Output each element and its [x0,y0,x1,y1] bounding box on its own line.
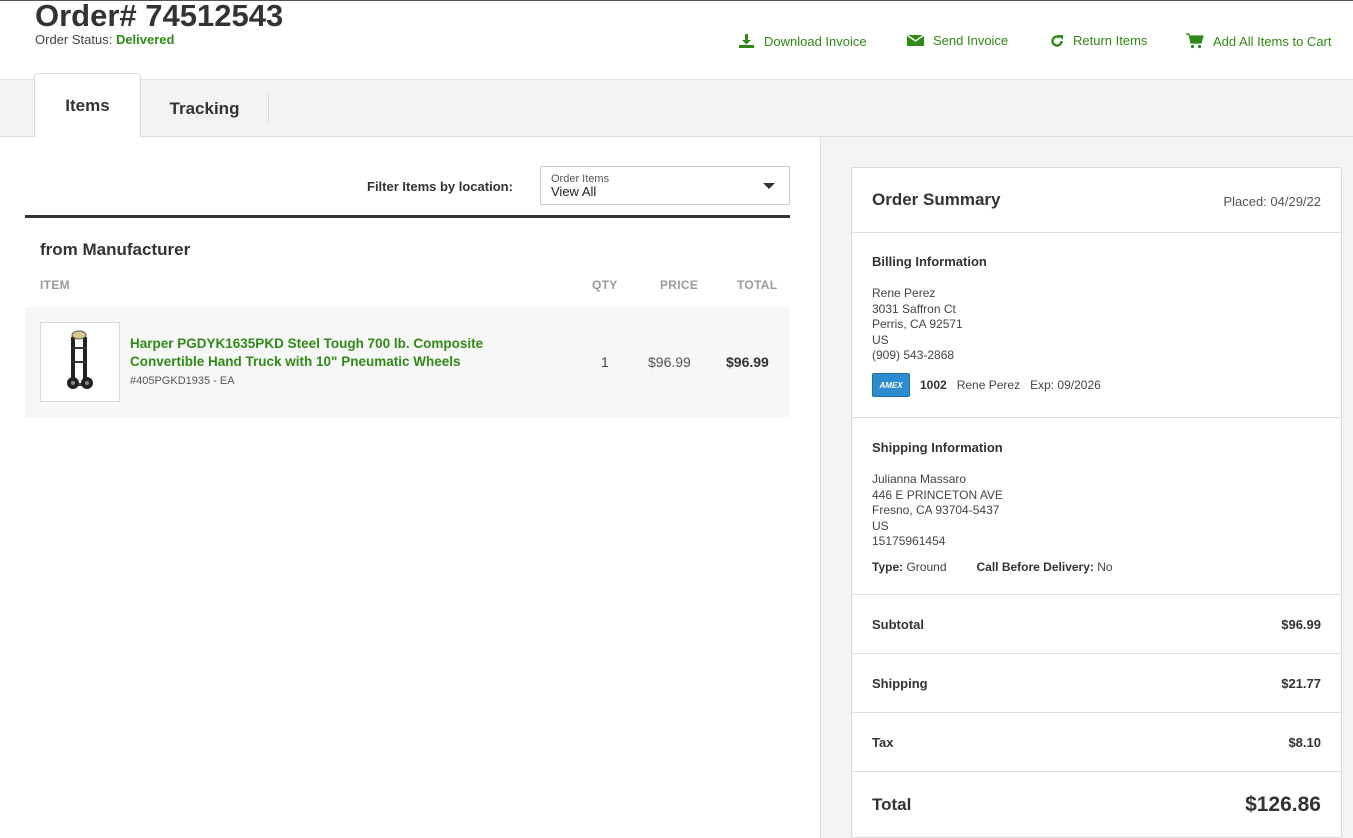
return-items-button[interactable]: Return Items [1050,33,1147,48]
column-header-item: ITEM [40,278,70,292]
shipping-meta: Type: Ground Call Before Delivery: No [872,560,1113,574]
product-price: $96.99 [648,354,691,370]
send-invoice-label: Send Invoice [933,33,1009,48]
location-filter-select[interactable]: Order Items View All [540,166,790,205]
shipping-title: Shipping Information [872,440,1003,455]
shipping-street: 446 E PRINCETON AVE [872,487,1003,502]
column-header-qty: QTY [592,278,618,292]
hand-truck-icon [67,330,93,389]
shipping-city: Fresno, CA 93704-5437 [872,503,1000,517]
product-image[interactable] [40,322,120,402]
payment-card: AMEX 1002 Rene Perez Exp: 09/2026 [872,373,1101,397]
tab-items[interactable]: Items [34,73,141,138]
divider [852,232,1341,233]
tab-bar: Items Tracking [0,73,1353,138]
table-row: Harper PGDYK1635PKD Steel Tough 700 lb. … [25,307,790,417]
product-name-link[interactable]: Harper PGDYK1635PKD Steel Tough 700 lb. … [130,335,530,371]
filter-select-value: View All [551,184,597,199]
subtotal-label: Subtotal [872,617,924,632]
call-before-label: Call Before Delivery: [976,560,1094,574]
billing-title: Billing Information [872,254,987,269]
column-header-total: TOTAL [737,278,778,292]
card-expiry: Exp: 09/2026 [1030,378,1101,392]
total-label: Total [872,795,912,814]
billing-name: Rene Perez [872,286,936,300]
tax-value: $8.10 [1288,735,1321,750]
placed-date: Placed: 04/29/22 [1223,194,1321,209]
subtotal-row: Subtotal $96.99 [872,617,1321,632]
product-sku: #405PGKD1935 - EA [130,375,235,387]
envelope-icon [907,34,924,46]
send-invoice-button[interactable]: Send Invoice [907,33,1008,48]
billing-street: 3031 Saffron Ct [872,301,956,316]
order-actions: Download Invoice Send Invoice Return Ite… [0,33,1353,53]
total-row: Total $126.86 [872,793,1321,817]
download-invoice-label: Download Invoice [764,33,867,49]
divider [852,417,1341,418]
call-before-value: No [1097,560,1113,574]
divider [852,771,1341,772]
amex-card-icon: AMEX [872,373,910,397]
shipping-name: Julianna Massaro [872,472,967,486]
product-qty: 1 [601,354,609,370]
tax-label: Tax [872,735,894,750]
shipping-phone: 15175961454 [872,534,946,548]
total-value: $126.86 [1245,793,1321,816]
tab-tracking[interactable]: Tracking [141,80,268,137]
shipping-cost-value: $21.77 [1281,676,1321,691]
billing-address: Rene Perez 3031 Saffron Ct Perris, CA 92… [872,286,963,364]
section-divider [25,215,790,218]
billing-country: US [872,332,889,347]
cart-icon [1186,33,1204,49]
section-title: from Manufacturer [40,240,191,259]
divider [852,712,1341,713]
shipping-type-label: Type: [872,560,904,574]
add-all-to-cart-label: Add All Items to Cart [1213,33,1332,49]
product-total: $96.99 [726,354,769,370]
subtotal-value: $96.99 [1281,617,1321,632]
divider [852,594,1341,595]
order-title: Order# 74512543 [35,0,284,33]
column-header-price: PRICE [660,278,699,292]
shipping-cost-label: Shipping [872,676,928,691]
divider [852,653,1341,654]
card-last4: 1002 [920,378,947,392]
return-items-label: Return Items [1073,33,1148,48]
billing-city: Perris, CA 92571 [872,317,963,331]
shipping-country: US [872,518,889,533]
add-all-to-cart-button[interactable]: Add All Items to Cart [1186,33,1332,49]
tab-divider [268,94,269,123]
card-holder: Rene Perez [956,378,1021,392]
shipping-address: Julianna Massaro 446 E PRINCETON AVE Fre… [872,472,1003,550]
shipping-cost-row: Shipping $21.77 [872,676,1321,691]
shipping-type-value: Ground [906,560,947,574]
order-summary-title: Order Summary [872,190,1001,209]
tax-row: Tax $8.10 [872,735,1321,750]
download-invoice-button[interactable]: Download Invoice [738,33,867,49]
caret-down-icon [763,183,775,189]
filter-label: Filter Items by location: [367,179,513,194]
billing-phone: (909) 543-2868 [872,348,955,362]
refresh-icon [1051,34,1063,47]
download-icon [739,34,754,48]
order-summary-card: Order Summary Placed: 04/29/22 Billing I… [851,167,1342,838]
